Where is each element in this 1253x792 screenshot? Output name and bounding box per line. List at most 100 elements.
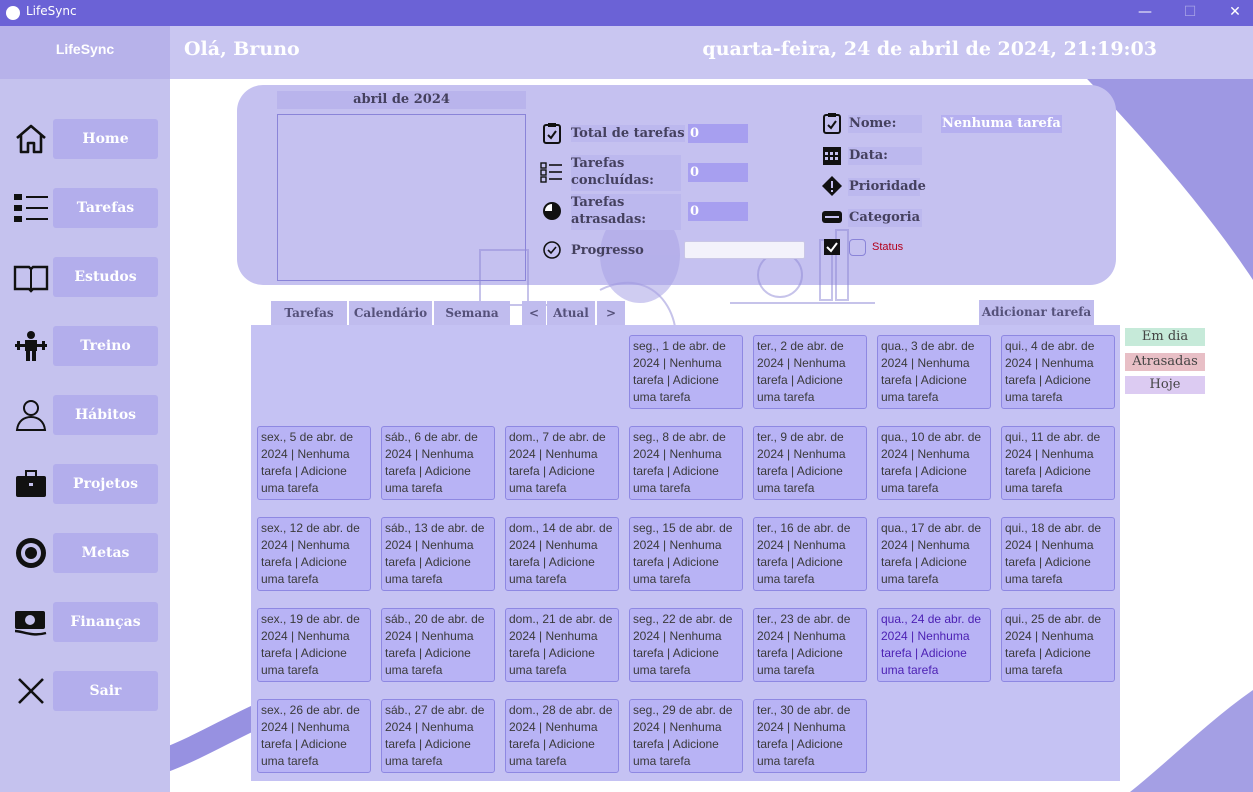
add-task-button[interactable]: Adicionar tarefa: [979, 300, 1094, 325]
list-check-icon: [540, 162, 562, 183]
sidebar-item-financas[interactable]: Finanças: [0, 602, 170, 642]
task-priority-label: Prioridade: [848, 178, 926, 196]
sidebar-item-label[interactable]: Home: [53, 119, 158, 159]
day-cell[interactable]: dom., 28 de abr. de 2024 | Nenhuma taref…: [505, 699, 619, 773]
sidebar-item-projetos[interactable]: Projetos: [0, 464, 170, 504]
sidebar-item-label[interactable]: Treino: [53, 326, 158, 366]
total-tasks-value: 0: [688, 124, 748, 143]
sidebar-item-label[interactable]: Estudos: [53, 257, 158, 297]
day-cell[interactable]: sex., 12 de abr. de 2024 | Nenhuma taref…: [257, 517, 371, 591]
day-cell[interactable]: sáb., 6 de abr. de 2024 | Nenhuma tarefa…: [381, 426, 495, 500]
day-cell[interactable]: dom., 7 de abr. de 2024 | Nenhuma tarefa…: [505, 426, 619, 500]
day-cell[interactable]: sex., 5 de abr. de 2024 | Nenhuma tarefa…: [257, 426, 371, 500]
day-cell[interactable]: ter., 2 de abr. de 2024 | Nenhuma tarefa…: [753, 335, 867, 409]
tab-tarefas[interactable]: Tarefas: [271, 301, 347, 325]
category-icon: [822, 211, 842, 223]
month-title: abril de 2024: [277, 91, 526, 109]
day-cell[interactable]: ter., 30 de abr. de 2024 | Nenhuma taref…: [753, 699, 867, 773]
progress-check-icon: [543, 241, 561, 259]
sidebar-item-label[interactable]: Sair: [53, 671, 158, 711]
sidebar-brand: LifeSync: [0, 26, 170, 79]
day-cell[interactable]: qua., 10 de abr. de 2024 | Nenhuma taref…: [877, 426, 991, 500]
sidebar-item-tarefas[interactable]: Tarefas: [0, 188, 170, 228]
day-cell[interactable]: seg., 1 de abr. de 2024 | Nenhuma tarefa…: [629, 335, 743, 409]
window-titlebar: LifeSync — ☐ ✕: [0, 0, 1253, 26]
tab-calendario[interactable]: Calendário: [349, 301, 432, 325]
clipboard-icon: [823, 113, 841, 134]
sidebar-item-metas[interactable]: Metas: [0, 533, 170, 573]
day-cell[interactable]: qui., 25 de abr. de 2024 | Nenhuma taref…: [1001, 608, 1115, 682]
prev-button[interactable]: <: [522, 301, 546, 325]
progress-label: Progresso: [571, 243, 644, 258]
sidebar-item-habitos[interactable]: Hábitos: [0, 395, 170, 435]
calendar-icon: [823, 147, 841, 165]
day-cell[interactable]: ter., 9 de abr. de 2024 | Nenhuma tarefa…: [753, 426, 867, 500]
day-cell[interactable]: sex., 26 de abr. de 2024 | Nenhuma taref…: [257, 699, 371, 773]
task-category-label: Categoria: [848, 209, 922, 227]
status-checkbox[interactable]: [849, 239, 866, 256]
book-icon: [13, 265, 49, 293]
sidebar-item-label[interactable]: Hábitos: [53, 395, 158, 435]
day-cell[interactable]: qua., 24 de abr. de 2024 | Nenhuma taref…: [877, 608, 991, 682]
legend-today: Hoje: [1125, 376, 1205, 394]
day-cell[interactable]: ter., 16 de abr. de 2024 | Nenhuma taref…: [753, 517, 867, 591]
day-cell[interactable]: sáb., 20 de abr. de 2024 | Nenhuma taref…: [381, 608, 495, 682]
app-logo-icon: [6, 6, 20, 20]
current-button[interactable]: Atual: [547, 301, 595, 325]
close-window-button[interactable]: ✕: [1212, 0, 1253, 26]
window-title: LifeSync: [26, 4, 77, 18]
day-cell[interactable]: dom., 21 de abr. de 2024 | Nenhuma taref…: [505, 608, 619, 682]
sidebar-item-label[interactable]: Projetos: [53, 464, 158, 504]
completed-tasks-value: 0: [688, 163, 748, 182]
checkbox-icon: [824, 239, 840, 255]
day-cell[interactable]: sáb., 27 de abr. de 2024 | Nenhuma taref…: [381, 699, 495, 773]
task-date-label: Data:: [848, 147, 922, 165]
day-cell[interactable]: seg., 8 de abr. de 2024 | Nenhuma tarefa…: [629, 426, 743, 500]
status-label: Status: [872, 241, 904, 253]
day-cell[interactable]: ter., 23 de abr. de 2024 | Nenhuma taref…: [753, 608, 867, 682]
sidebar-item-estudos[interactable]: Estudos: [0, 257, 170, 297]
calendar-grid: seg., 1 de abr. de 2024 | Nenhuma tarefa…: [251, 325, 1120, 781]
sidebar: LifeSync Home Tarefas Estudos Treino Háb…: [0, 26, 170, 792]
task-name-value: Nenhuma tarefa: [941, 115, 1062, 133]
day-cell[interactable]: seg., 22 de abr. de 2024 | Nenhuma taref…: [629, 608, 743, 682]
clipboard-icon: [543, 123, 561, 144]
late-tasks-label: Tarefas atrasadas:: [571, 194, 681, 230]
day-cell[interactable]: qui., 18 de abr. de 2024 | Nenhuma taref…: [1001, 517, 1115, 591]
priority-icon: [822, 176, 842, 196]
day-cell[interactable]: seg., 29 de abr. de 2024 | Nenhuma taref…: [629, 699, 743, 773]
completed-tasks-label: Tarefas concluídas:: [571, 155, 681, 191]
day-cell[interactable]: sáb., 13 de abr. de 2024 | Nenhuma taref…: [381, 517, 495, 591]
day-cell[interactable]: qua., 17 de abr. de 2024 | Nenhuma taref…: [877, 517, 991, 591]
sidebar-item-label[interactable]: Metas: [53, 533, 158, 573]
money-icon: [14, 611, 47, 636]
day-cell[interactable]: qui., 11 de abr. de 2024 | Nenhuma taref…: [1001, 426, 1115, 500]
day-cell[interactable]: sex., 19 de abr. de 2024 | Nenhuma taref…: [257, 608, 371, 682]
minimize-button[interactable]: —: [1122, 0, 1168, 26]
sidebar-item-home[interactable]: Home: [0, 119, 170, 159]
late-tasks-value: 0: [688, 202, 748, 221]
close-icon: [18, 678, 44, 704]
checklist-icon: [14, 194, 48, 222]
day-cell[interactable]: dom., 14 de abr. de 2024 | Nenhuma taref…: [505, 517, 619, 591]
clock-icon: [543, 202, 561, 220]
home-icon: [16, 124, 46, 154]
sidebar-item-treino[interactable]: Treino: [0, 326, 170, 366]
datetime-text: quarta-feira, 24 de abril de 2024, 21:19…: [702, 38, 1157, 60]
progress-bar: [684, 241, 805, 259]
greeting-text: Olá, Bruno: [184, 38, 300, 60]
next-button[interactable]: >: [597, 301, 625, 325]
tab-semana[interactable]: Semana: [434, 301, 510, 325]
total-tasks-label: Total de tarefas: [571, 125, 685, 142]
target-icon: [16, 538, 46, 568]
maximize-button[interactable]: ☐: [1167, 0, 1213, 26]
header-bar: Olá, Bruno quarta-feira, 24 de abril de …: [170, 26, 1253, 79]
mini-calendar[interactable]: [277, 114, 526, 281]
legend-late: Atrasadas: [1125, 353, 1205, 371]
sidebar-item-label[interactable]: Finanças: [53, 602, 158, 642]
sidebar-item-sair[interactable]: Sair: [0, 671, 170, 711]
day-cell[interactable]: seg., 15 de abr. de 2024 | Nenhuma taref…: [629, 517, 743, 591]
day-cell[interactable]: qui., 4 de abr. de 2024 | Nenhuma tarefa…: [1001, 335, 1115, 409]
sidebar-item-label[interactable]: Tarefas: [53, 188, 158, 228]
day-cell[interactable]: qua., 3 de abr. de 2024 | Nenhuma tarefa…: [877, 335, 991, 409]
